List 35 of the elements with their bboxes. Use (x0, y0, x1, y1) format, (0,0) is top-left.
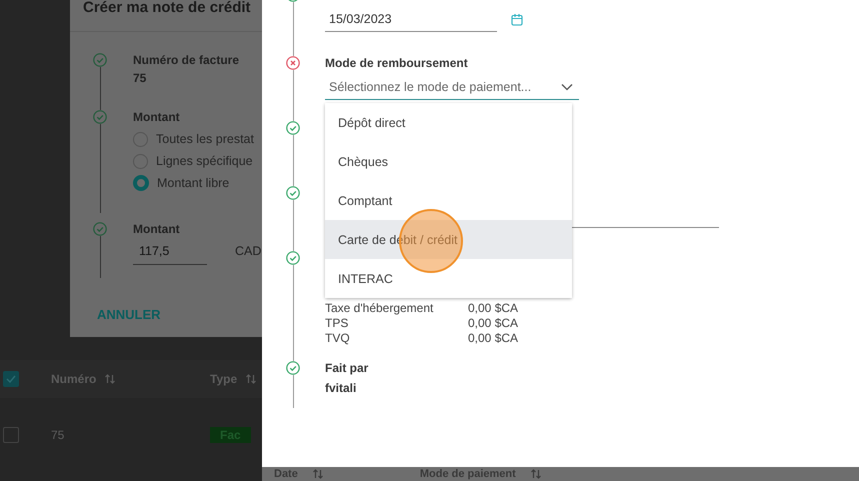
radio-label: Lignes spécifique (156, 154, 253, 168)
chevron-down-icon (561, 83, 573, 91)
sort-icon (245, 373, 258, 385)
currency-label: CAD (235, 244, 262, 260)
amount-field[interactable]: 117,5 (133, 244, 207, 265)
step-label: Mode de remboursement (325, 56, 469, 70)
radio-button[interactable] (133, 175, 149, 191)
tax-amount: 0,00 $CA (468, 316, 520, 331)
step-label: Numéro de facture (133, 53, 240, 67)
step-label: Montant (133, 110, 181, 124)
tax-amount: 0,00 $CA (468, 331, 520, 346)
payment-select[interactable]: Sélectionnez le mode de paiement... (325, 75, 579, 100)
tax-amount: 0,00 $CA (468, 301, 520, 316)
calendar-icon (511, 12, 523, 26)
row-checkbox[interactable] (3, 427, 19, 443)
radio-label: Toutes les prestat (156, 132, 254, 146)
sort-icon (530, 468, 542, 480)
dropdown-option[interactable]: Comptant (325, 181, 572, 220)
dropdown-option[interactable]: Chèques (325, 142, 572, 181)
tax-name: TPS (325, 316, 350, 331)
tax-name: TVQ (325, 331, 351, 346)
select-all-checkbox[interactable] (3, 371, 19, 387)
sort-icon (104, 373, 116, 385)
tax-name: Taxe d'hébergement (325, 301, 434, 316)
user-name: fvitali (325, 381, 358, 395)
sort-icon (312, 468, 324, 480)
invoice-number: 75 (133, 71, 148, 85)
dropdown-option[interactable]: Dépôt direct (325, 103, 572, 142)
step-label: Montant (133, 222, 181, 236)
radio-label: Montant libre (157, 176, 230, 190)
step-label: Fait par (325, 361, 370, 375)
check-icon (6, 375, 16, 383)
dialog-title: Créer ma note de crédit (83, 0, 251, 16)
dropdown-option[interactable]: INTERAC (325, 259, 572, 298)
date-field[interactable]: 15/03/2023 (325, 6, 497, 32)
